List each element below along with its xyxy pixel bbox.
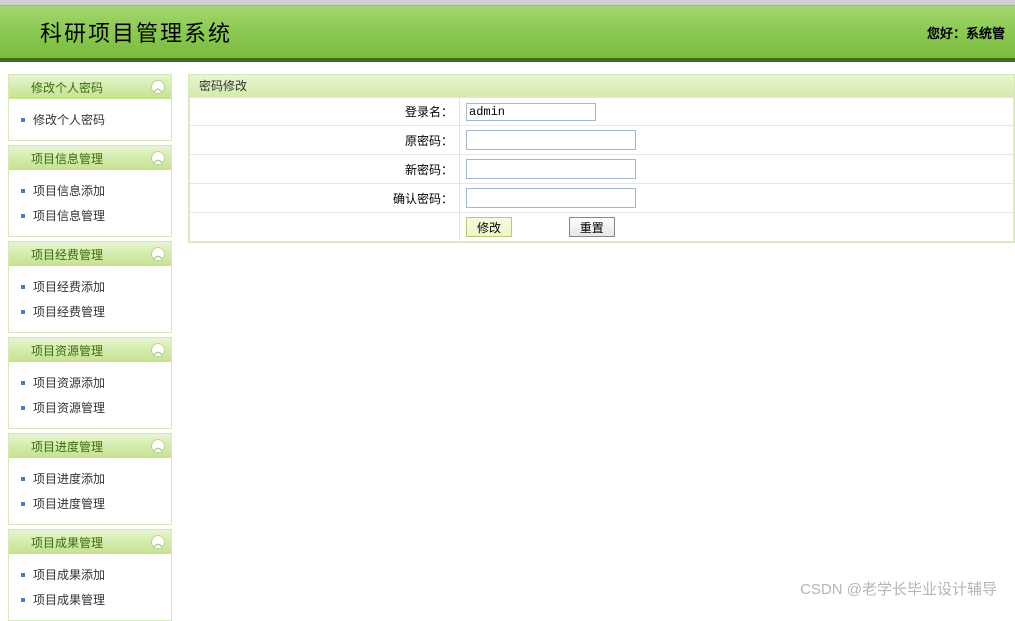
menu-header-progress[interactable]: 项目进度管理 ︿ [9, 434, 171, 458]
submit-button[interactable]: 修改 [466, 217, 512, 237]
menu-header-label: 项目经费管理 [31, 246, 103, 263]
bullet-icon [21, 381, 25, 385]
confirm-password-label: 确认密码： [190, 184, 460, 213]
menu-item-label: 项目资源添加 [33, 374, 105, 391]
menu-header-funding[interactable]: 项目经费管理 ︿ [9, 242, 171, 266]
sidebar-item-results-manage[interactable]: 项目成果管理 [21, 587, 167, 612]
menu-item-label: 项目成果添加 [33, 566, 105, 583]
bullet-icon [21, 598, 25, 602]
collapse-icon[interactable]: ︿ [151, 247, 165, 261]
menu-item-label: 修改个人密码 [33, 111, 105, 128]
login-label: 登录名： [190, 98, 460, 126]
sidebar-item-resources-add[interactable]: 项目资源添加 [21, 370, 167, 395]
menu-body: 项目成果添加 项目成果管理 [9, 554, 171, 620]
menu-group-resources: 项目资源管理 ︿ 项目资源添加 项目资源管理 [8, 337, 172, 429]
sidebar-item-progress-add[interactable]: 项目进度添加 [21, 466, 167, 491]
sidebar-item-change-password[interactable]: 修改个人密码 [21, 107, 167, 132]
menu-body: 项目资源添加 项目资源管理 [9, 362, 171, 428]
menu-group-progress: 项目进度管理 ︿ 项目进度添加 项目进度管理 [8, 433, 172, 525]
menu-item-label: 项目经费管理 [33, 303, 105, 320]
collapse-icon[interactable]: ︿ [151, 343, 165, 357]
app-header: 科研项目管理系统 您好：系统管 [0, 6, 1015, 62]
menu-item-label: 项目信息管理 [33, 207, 105, 224]
bullet-icon [21, 477, 25, 481]
menu-header-label: 修改个人密码 [31, 79, 103, 96]
old-password-input[interactable] [466, 130, 636, 150]
sidebar-item-info-add[interactable]: 项目信息添加 [21, 178, 167, 203]
menu-group-password: 修改个人密码 ︿ 修改个人密码 [8, 74, 172, 141]
sidebar-item-info-manage[interactable]: 项目信息管理 [21, 203, 167, 228]
bullet-icon [21, 310, 25, 314]
menu-group-funding: 项目经费管理 ︿ 项目经费添加 项目经费管理 [8, 241, 172, 333]
new-password-label: 新密码： [190, 155, 460, 184]
confirm-password-input[interactable] [466, 188, 636, 208]
menu-header-label: 项目信息管理 [31, 150, 103, 167]
panel-title: 密码修改 [189, 75, 1014, 97]
menu-header-info[interactable]: 项目信息管理 ︿ [9, 146, 171, 170]
menu-header-results[interactable]: 项目成果管理 ︿ [9, 530, 171, 554]
sidebar-item-funding-add[interactable]: 项目经费添加 [21, 274, 167, 299]
menu-body: 修改个人密码 [9, 99, 171, 140]
main-layout: 修改个人密码 ︿ 修改个人密码 项目信息管理 ︿ 项目信息添加 [0, 62, 1015, 613]
bullet-icon [21, 214, 25, 218]
bullet-icon [21, 406, 25, 410]
password-form: 登录名： 原密码： 新密码： [189, 97, 1014, 242]
login-input[interactable] [466, 103, 596, 121]
collapse-icon[interactable]: ︿ [151, 535, 165, 549]
menu-header-password[interactable]: 修改个人密码 ︿ [9, 75, 171, 99]
bullet-icon [21, 502, 25, 506]
collapse-icon[interactable]: ︿ [151, 80, 165, 94]
menu-item-label: 项目资源管理 [33, 399, 105, 416]
bullet-icon [21, 285, 25, 289]
menu-header-label: 项目成果管理 [31, 534, 103, 551]
sidebar-item-results-add[interactable]: 项目成果添加 [21, 562, 167, 587]
sidebar-item-progress-manage[interactable]: 项目进度管理 [21, 491, 167, 516]
content-area: 密码修改 登录名： 原密码： 新密码： [180, 62, 1015, 613]
sidebar: 修改个人密码 ︿ 修改个人密码 项目信息管理 ︿ 项目信息添加 [0, 62, 180, 613]
menu-body: 项目经费添加 项目经费管理 [9, 266, 171, 332]
menu-item-label: 项目进度添加 [33, 470, 105, 487]
menu-item-label: 项目经费添加 [33, 278, 105, 295]
bullet-icon [21, 118, 25, 122]
menu-header-label: 项目进度管理 [31, 438, 103, 455]
app-title: 科研项目管理系统 [40, 16, 232, 48]
menu-header-resources[interactable]: 项目资源管理 ︿ [9, 338, 171, 362]
menu-header-label: 项目资源管理 [31, 342, 103, 359]
menu-item-label: 项目成果管理 [33, 591, 105, 608]
empty-cell [190, 213, 460, 242]
menu-group-info: 项目信息管理 ︿ 项目信息添加 项目信息管理 [8, 145, 172, 237]
menu-body: 项目信息添加 项目信息管理 [9, 170, 171, 236]
old-password-label: 原密码： [190, 126, 460, 155]
bullet-icon [21, 573, 25, 577]
menu-body: 项目进度添加 项目进度管理 [9, 458, 171, 524]
user-greeting: 您好：系统管 [927, 23, 1005, 42]
menu-item-label: 项目进度管理 [33, 495, 105, 512]
password-panel: 密码修改 登录名： 原密码： 新密码： [188, 74, 1015, 243]
sidebar-item-funding-manage[interactable]: 项目经费管理 [21, 299, 167, 324]
new-password-input[interactable] [466, 159, 636, 179]
reset-button[interactable]: 重置 [569, 217, 615, 237]
collapse-icon[interactable]: ︿ [151, 151, 165, 165]
menu-group-results: 项目成果管理 ︿ 项目成果添加 项目成果管理 [8, 529, 172, 621]
bullet-icon [21, 189, 25, 193]
sidebar-item-resources-manage[interactable]: 项目资源管理 [21, 395, 167, 420]
collapse-icon[interactable]: ︿ [151, 439, 165, 453]
menu-item-label: 项目信息添加 [33, 182, 105, 199]
